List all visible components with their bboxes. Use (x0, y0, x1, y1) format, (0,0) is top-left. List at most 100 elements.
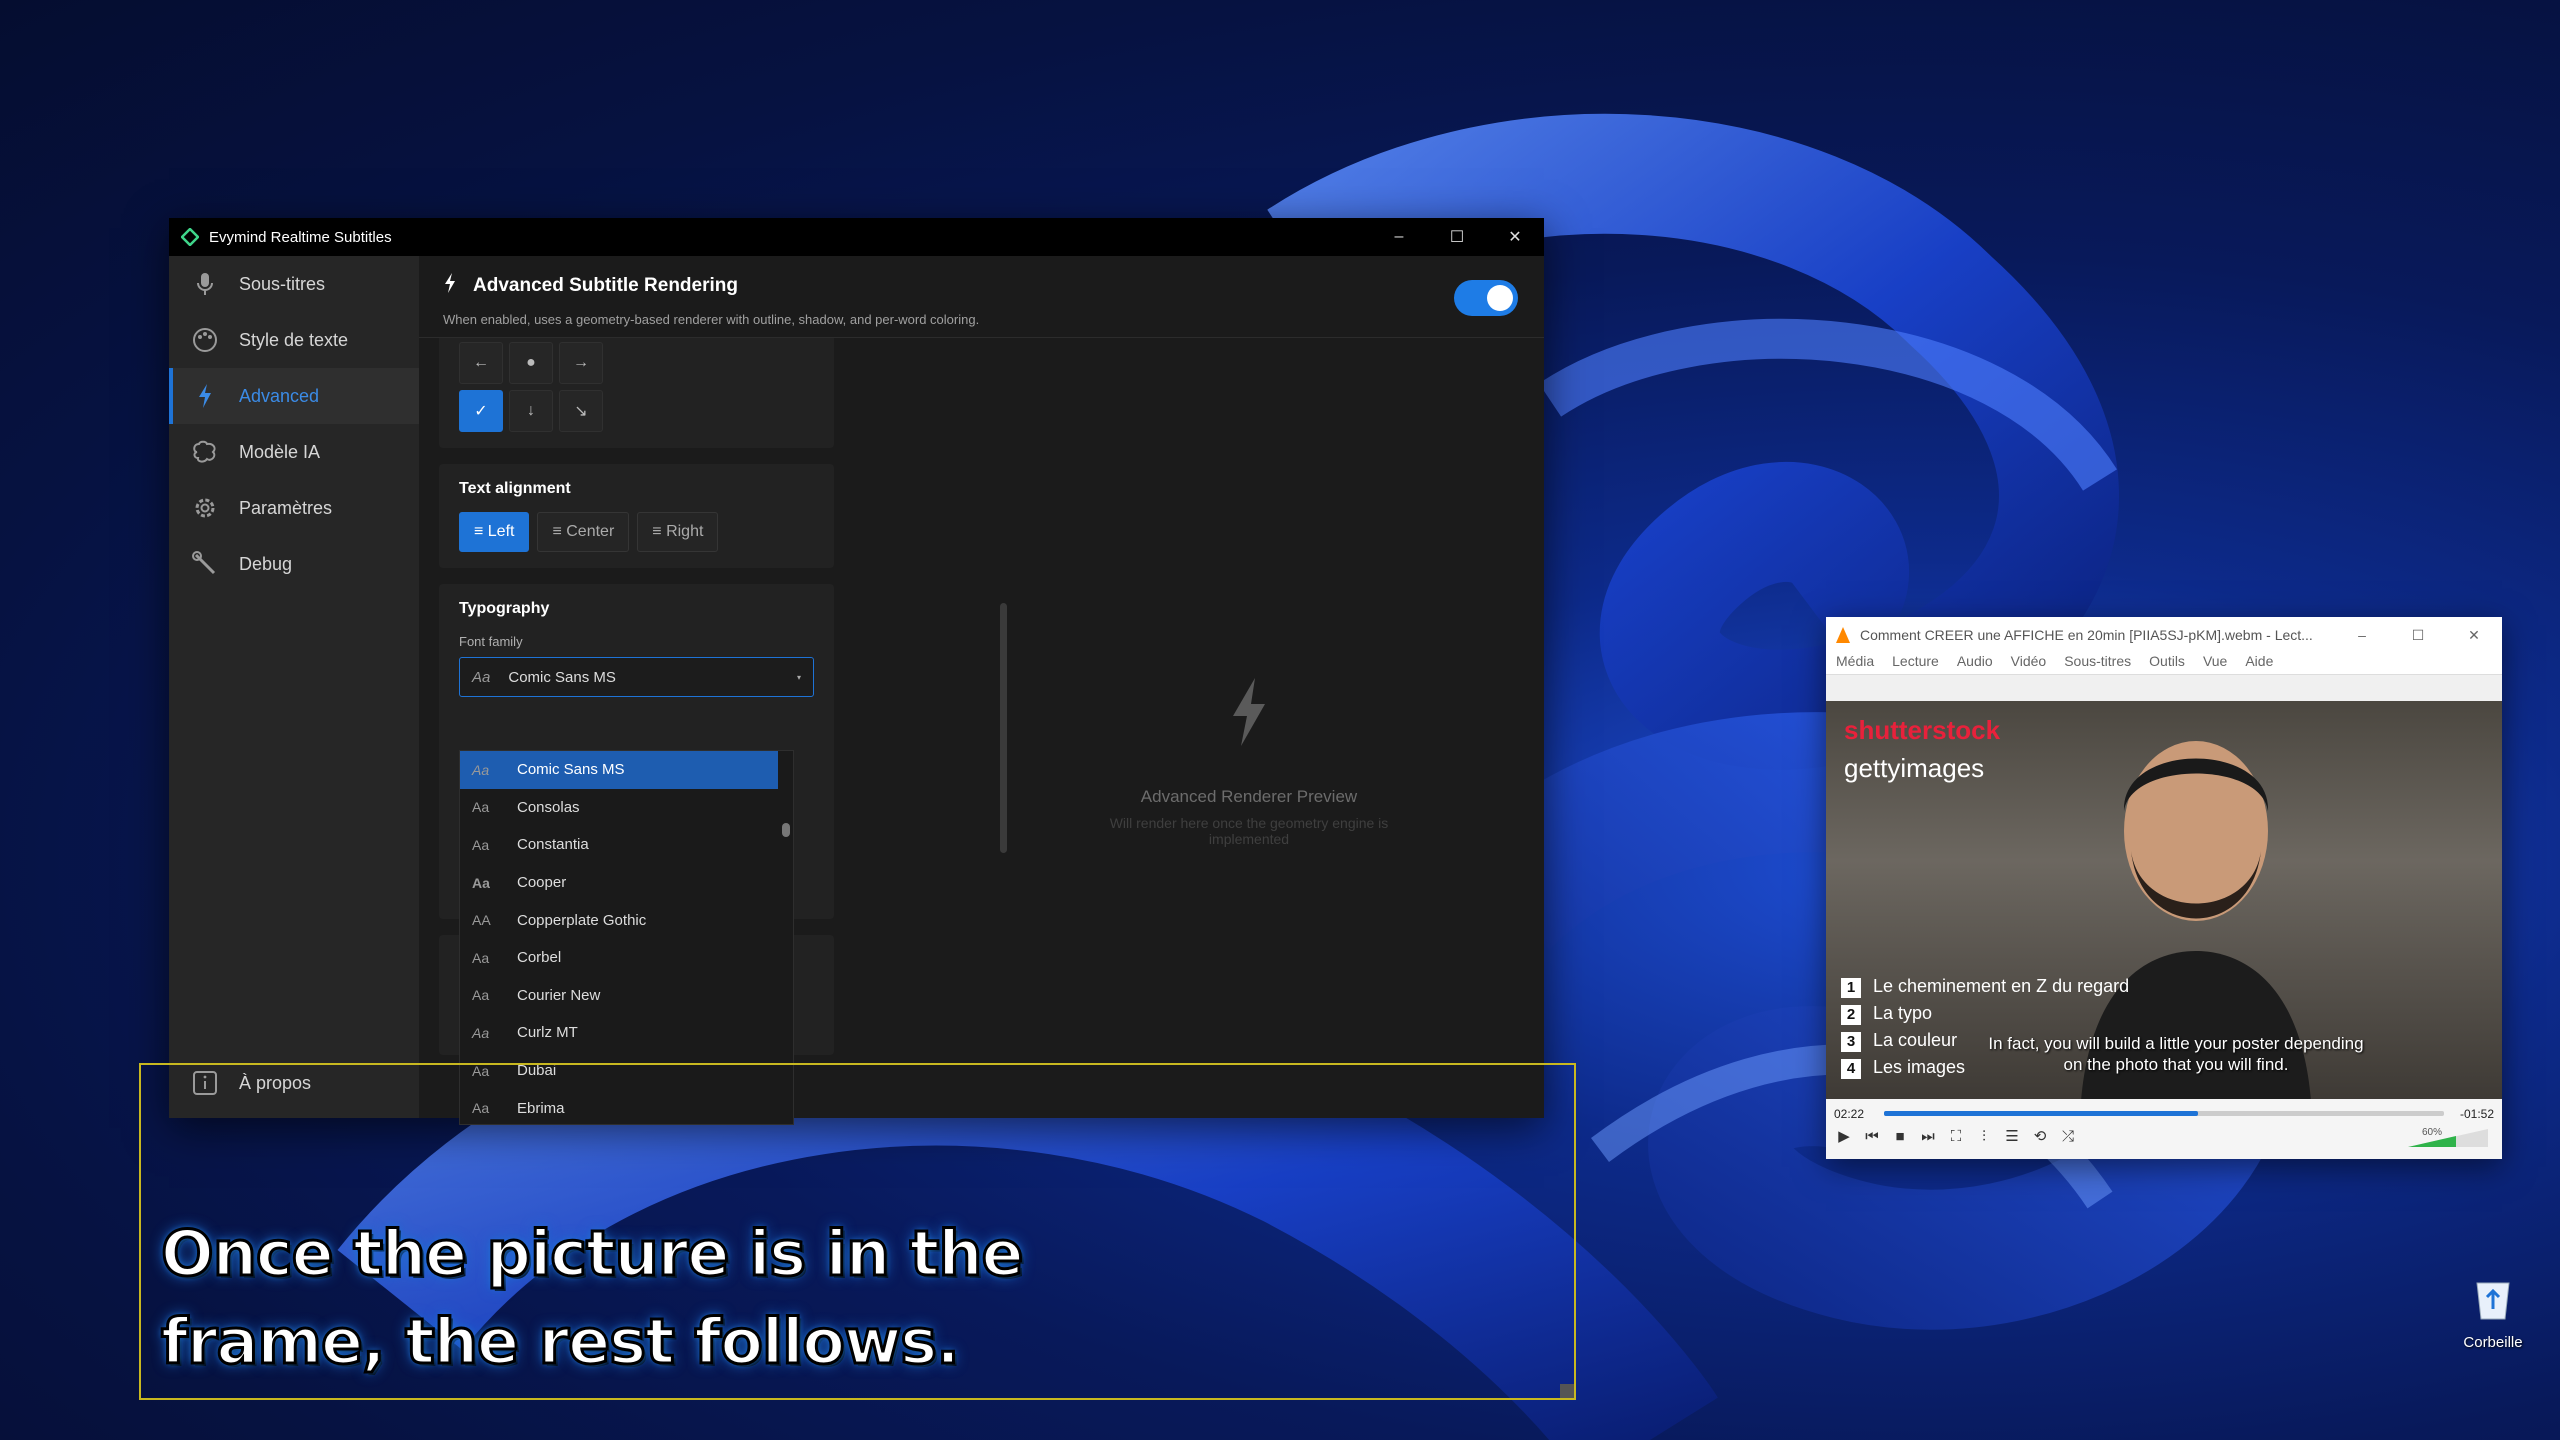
text-alignment-card: Text alignment ≡ Left ≡ Center ≡ Right (439, 464, 834, 568)
close-button[interactable]: ✕ (1486, 218, 1544, 256)
stop-icon[interactable]: ■ (1890, 1128, 1910, 1145)
font-family-value: Comic Sans MS (508, 668, 616, 686)
subtitle-line-2: frame, the rest follows. (160, 1304, 962, 1380)
position-left[interactable]: ← (459, 342, 503, 384)
sidebar-item-label: Style de texte (239, 329, 349, 350)
sidebar: Sous-titres Style de texte Advanced Modè… (169, 256, 419, 1118)
align-center-button[interactable]: ≡ Center (537, 512, 630, 552)
vlc-title: Comment CREER une AFFICHE en 20min [PIIA… (1860, 627, 2313, 643)
font-option[interactable]: Aa Cooper (460, 864, 793, 902)
position-bottom-left[interactable]: ✓ (459, 390, 503, 432)
menu-lecture[interactable]: Lecture (1892, 653, 1939, 674)
vlc-menu-bar: Média Lecture Audio Vidéo Sous-titres Ou… (1826, 653, 2502, 675)
position-right[interactable]: → (559, 342, 603, 384)
advanced-rendering-toggle[interactable] (1454, 280, 1518, 316)
align-right-button[interactable]: ≡ Right (637, 512, 719, 552)
position-center[interactable]: ● (509, 342, 553, 384)
font-family-label: Font family (459, 634, 523, 649)
subtitle-line-1: Once the picture is in the (160, 1216, 1026, 1292)
palette-icon (191, 326, 219, 354)
video-caption: In fact, you will build a little your po… (1988, 1034, 2364, 1074)
play-icon[interactable]: ▶ (1834, 1127, 1854, 1145)
shutterstock-logo: shutterstock (1844, 715, 2001, 745)
font-option[interactable]: Aa Curlz MT (460, 1014, 793, 1052)
microphone-icon (191, 270, 219, 298)
seek-bar[interactable] (1884, 1111, 2444, 1116)
gettyimages-logo: gettyimages (1844, 753, 1985, 783)
wrench-icon (191, 550, 219, 578)
fullscreen-icon[interactable]: ⛶ (1946, 1128, 1966, 1145)
next-icon[interactable]: ⏭ (1918, 1128, 1938, 1145)
app-window: Evymind Realtime Subtitles – ☐ ✕ Sous-ti… (169, 218, 1544, 1125)
minimize-button[interactable]: – (1370, 218, 1428, 256)
page-description: When enabled, uses a geometry-based rend… (443, 312, 980, 327)
previous-icon[interactable]: ⏮ (1862, 1128, 1882, 1145)
bolt-icon (443, 272, 457, 300)
recycle-bin[interactable]: Corbeille (2458, 1275, 2528, 1351)
vlc-title-bar[interactable]: Comment CREER une AFFICHE en 20min [PIIA… (1826, 617, 2502, 653)
toggle-knob (1487, 285, 1513, 311)
vlc-video[interactable]: shutterstock gettyimages 1 Le cheminement… (1826, 701, 2502, 1101)
window-title: Evymind Realtime Subtitles (209, 228, 392, 246)
dropdown-scrollbar[interactable] (782, 823, 790, 837)
equalizer-icon[interactable]: ⫶ (1974, 1128, 1994, 1145)
menu-aide[interactable]: Aide (2245, 653, 2273, 674)
menu-sous-titres[interactable]: Sous-titres (2064, 653, 2131, 674)
bolt-icon (191, 382, 219, 410)
time-elapsed: 02:22 (1834, 1107, 1865, 1121)
brain-icon (191, 438, 219, 466)
vlc-maximize-button[interactable]: ☐ (2390, 627, 2446, 644)
title-bar[interactable]: Evymind Realtime Subtitles – ☐ ✕ (169, 218, 1544, 256)
app-logo-icon (181, 228, 199, 246)
subtitle-text: Once the picture is in the frame, the re… (160, 1210, 1026, 1386)
vlc-cone-icon (1836, 627, 1850, 643)
volume-slider[interactable] (2408, 1129, 2488, 1147)
preview-subtitle: Will render here once the geometry engin… (1109, 815, 1389, 847)
vlc-minimize-button[interactable]: – (2334, 627, 2390, 643)
sidebar-item-label: Debug (239, 553, 293, 574)
font-option[interactable]: Aa Courier New (460, 977, 793, 1015)
font-option[interactable]: Aa Comic Sans MS (460, 751, 778, 789)
font-option[interactable]: Aa Consolas (460, 789, 793, 827)
menu-media[interactable]: Média (1836, 653, 1874, 674)
sidebar-item-debug[interactable]: Debug (169, 536, 419, 592)
resize-grip[interactable] (1560, 1384, 1574, 1398)
font-option[interactable]: Aa Constantia (460, 826, 793, 864)
menu-video[interactable]: Vidéo (2011, 653, 2047, 674)
loop-icon[interactable]: ⟲ (2030, 1127, 2050, 1145)
vlc-close-button[interactable]: ✕ (2446, 627, 2502, 644)
menu-outils[interactable]: Outils (2149, 653, 2185, 674)
preview-title: Advanced Renderer Preview (1140, 787, 1358, 806)
recycle-bin-label: Corbeille (2463, 1334, 2523, 1351)
menu-audio[interactable]: Audio (1957, 653, 1993, 674)
text-alignment-title: Text alignment (459, 480, 571, 497)
playback-buttons: ▶ ⏮ ■ ⏭ ⛶ ⫶ ☰ ⟲ ⤮ (1834, 1127, 2078, 1146)
font-family-select[interactable]: Aa Comic Sans MS ▾ (459, 657, 814, 697)
menu-vue[interactable]: Vue (2203, 653, 2227, 674)
font-option[interactable]: AA Copperplate Gothic (460, 901, 793, 939)
position-card: ← ● → ✓ ↓ ↘ (439, 338, 834, 448)
sidebar-item-style-de-texte[interactable]: Style de texte (169, 312, 419, 368)
sidebar-item-label: Sous-titres (239, 273, 326, 294)
sidebar-item-label: Modèle IA (239, 441, 321, 462)
sidebar-item-advanced[interactable]: Advanced (169, 368, 419, 424)
sidebar-item-modele-ia[interactable]: Modèle IA (169, 424, 419, 480)
sidebar-item-parametres[interactable]: Paramètres (169, 480, 419, 536)
recycle-bin-icon (2476, 1282, 2510, 1320)
position-bottom[interactable]: ↓ (509, 390, 553, 432)
sidebar-item-sous-titres[interactable]: Sous-titres (169, 256, 419, 312)
font-preview-icon: Aa (472, 668, 491, 686)
font-option[interactable]: Aa Corbel (460, 939, 793, 977)
position-grid: ← ● → ✓ ↓ ↘ (459, 338, 814, 432)
vlc-controls: 02:22 -01:52 ▶ ⏮ ■ ⏭ ⛶ ⫶ ☰ ⟲ ⤮ 60% (1826, 1099, 2502, 1159)
sidebar-item-label: Advanced (239, 385, 320, 406)
gear-icon (191, 494, 219, 522)
advanced-header: Advanced Subtitle Rendering When enabled… (419, 256, 1544, 338)
position-bottom-right[interactable]: ↘ (559, 390, 603, 432)
seek-fill (1884, 1111, 2198, 1116)
maximize-button[interactable]: ☐ (1428, 218, 1486, 256)
align-left-button[interactable]: ≡ Left (459, 512, 530, 552)
playlist-icon[interactable]: ☰ (2002, 1127, 2022, 1145)
shuffle-icon[interactable]: ⤮ (2058, 1128, 2078, 1145)
subtitle-overlay[interactable]: Once the picture is in the frame, the re… (139, 1063, 1576, 1400)
